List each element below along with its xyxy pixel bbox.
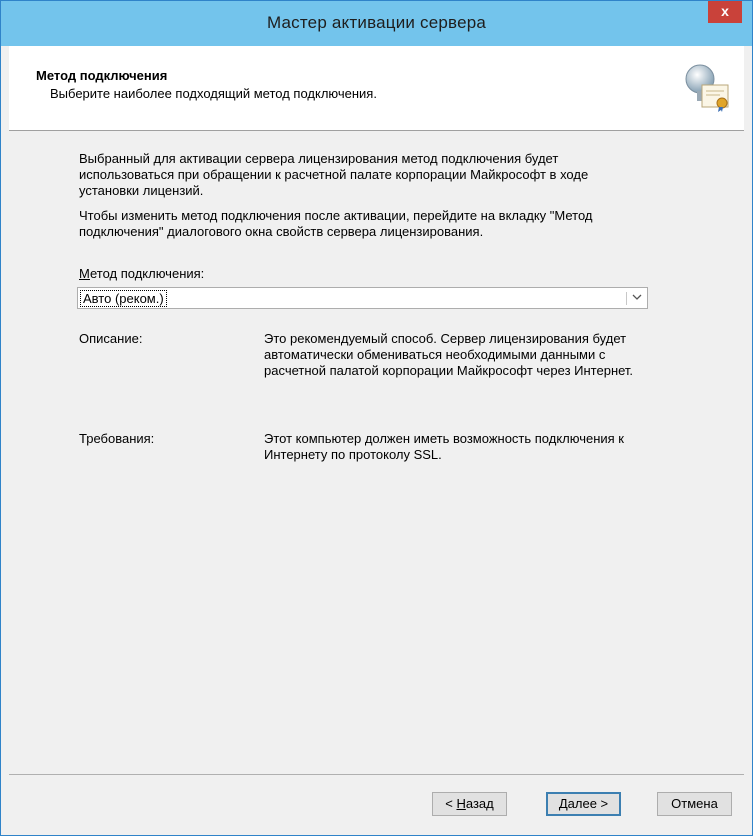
page-subtitle: Выберите наиболее подходящий метод подкл… <box>50 86 377 101</box>
next-accelerator: Д <box>558 796 568 811</box>
back-accelerator: Н <box>456 796 466 811</box>
activation-wizard-window: Мастер активации сервера x Метод подключ… <box>0 0 753 836</box>
title-bar[interactable]: Мастер активации сервера x <box>1 1 752 44</box>
wizard-header: Метод подключения Выберите наиболее подх… <box>9 46 744 131</box>
next-label: алее > <box>567 796 609 811</box>
cancel-button[interactable]: Отмена <box>657 792 732 816</box>
back-button[interactable]: < Назад <box>432 792 507 816</box>
wizard-content: Выбранный для активации сервера лицензир… <box>9 131 744 774</box>
close-button[interactable]: x <box>708 1 742 23</box>
window-title: Мастер активации сервера <box>266 13 487 32</box>
method-label-accelerator: М <box>79 266 90 281</box>
page-title: Метод подключения <box>36 68 168 83</box>
connection-method-value: Авто (реком.) <box>80 290 167 307</box>
info-paragraph-1: Выбранный для активации сервера лицензир… <box>79 151 589 198</box>
back-prefix: < <box>445 796 457 811</box>
requirements-label: Требования: <box>79 431 155 446</box>
description-text: Это рекомендуемый способ. Сервер лицензи… <box>264 331 634 378</box>
info-paragraph-2: Чтобы изменить метод подключения после а… <box>79 208 593 239</box>
wizard-footer: < Назад Далее > Отмена <box>9 775 744 835</box>
description-label: Описание: <box>79 331 143 346</box>
back-label: азад <box>465 796 494 811</box>
requirements-text: Этот компьютер должен иметь возможность … <box>264 431 624 462</box>
license-server-icon <box>684 63 732 113</box>
method-label: Метод подключения: <box>79 266 204 281</box>
next-button[interactable]: Далее > <box>546 792 621 816</box>
connection-method-select[interactable]: Авто (реком.) <box>77 287 648 309</box>
method-label-text: етод подключения: <box>89 266 205 281</box>
chevron-down-icon[interactable] <box>627 288 647 308</box>
